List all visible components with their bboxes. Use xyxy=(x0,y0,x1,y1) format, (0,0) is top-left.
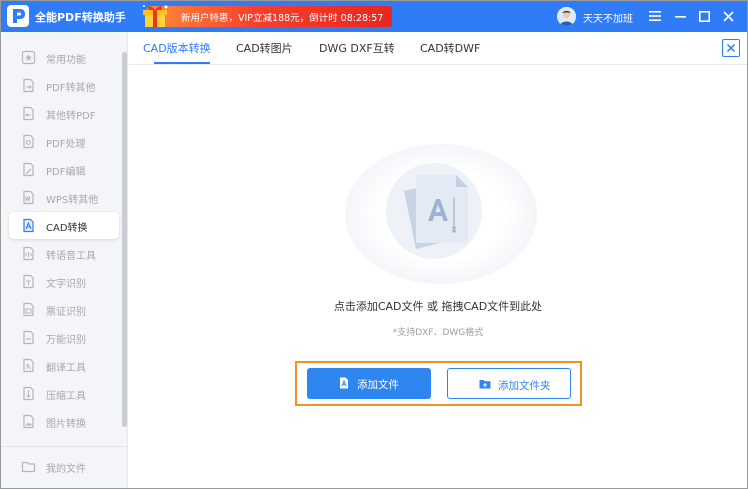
dropzone-instruction: 点击添加CAD文件 或 拖拽CAD文件到此处 xyxy=(333,300,543,313)
sidebar-item-ocr[interactable]: 文字识别 xyxy=(9,268,119,295)
app-title: 全能PDF转换助手 xyxy=(35,11,126,24)
close-panel-icon[interactable] xyxy=(722,39,740,57)
sidebar-item-translate[interactable]: 翻译工具 xyxy=(9,352,119,379)
sidebar-item-label: 文字识别 xyxy=(46,279,86,290)
sidebar-item-wps[interactable]: WPS转其他 xyxy=(9,184,119,211)
star-icon xyxy=(21,50,36,65)
sidebar-item-label: CAD转换 xyxy=(46,223,88,234)
sidebar-item-label: PDF处理 xyxy=(46,139,86,150)
sidebar-item-label: 其他转PDF xyxy=(46,111,96,122)
sidebar-item-my-files[interactable]: 我的文件 xyxy=(9,453,119,480)
gift-icon xyxy=(143,5,168,27)
active-tab-indicator xyxy=(154,62,210,64)
app-window: 全能PDF转换助手 新用户特惠，VIP立减188元，倒计时 08:28:57 天… xyxy=(0,0,748,489)
sidebar-item-label: 转语音工具 xyxy=(46,251,96,262)
sidebar-item-label: 我的文件 xyxy=(46,464,86,475)
sidebar-item-label: 常用功能 xyxy=(46,55,86,66)
wps-icon xyxy=(23,190,34,205)
tab-cad-version[interactable]: CAD版本转换 xyxy=(143,40,211,56)
to-pdf-icon xyxy=(23,106,34,121)
pdf-convert-icon xyxy=(23,78,34,93)
cad-document-illustration xyxy=(386,163,482,259)
sidebar-divider xyxy=(1,446,127,447)
sidebar-item-image[interactable]: 图片转换 xyxy=(9,408,119,435)
pdf-process-icon xyxy=(23,134,34,149)
username[interactable]: 天天不加班 xyxy=(583,10,633,25)
sidebar-item-pdf-to-other[interactable]: PDF转其他 xyxy=(9,72,119,99)
sidebar-item-label: 翻译工具 xyxy=(46,363,86,374)
cad-icon xyxy=(23,218,34,233)
tab-cad-to-dwf[interactable]: CAD转DWF xyxy=(420,40,480,56)
sidebar-item-voice[interactable]: 转语音工具 xyxy=(9,240,119,267)
add-folder-label: 添加文件夹 xyxy=(498,380,551,392)
sidebar-item-common[interactable]: 常用功能 xyxy=(9,44,119,71)
translate-icon xyxy=(23,358,34,373)
close-icon[interactable] xyxy=(718,6,738,26)
ocr-icon xyxy=(23,274,34,289)
title-bar: 全能PDF转换助手 新用户特惠，VIP立减188元，倒计时 08:28:57 天… xyxy=(1,1,747,32)
sidebar-item-pdf-process[interactable]: PDF处理 xyxy=(9,128,119,155)
dropzone-hint: *支持DXF、DWG格式 xyxy=(392,328,484,338)
sidebar-scrollbar[interactable] xyxy=(122,52,127,427)
sidebar-item-compress[interactable]: 压缩工具 xyxy=(9,380,119,407)
sidebar-item-cad[interactable]: CAD转换 xyxy=(9,212,119,239)
maximize-icon[interactable] xyxy=(694,6,714,26)
compress-icon xyxy=(23,386,34,401)
add-folder-icon xyxy=(479,380,491,389)
voice-icon xyxy=(23,246,34,261)
image-icon xyxy=(23,414,34,429)
pdf-edit-icon xyxy=(23,162,34,177)
add-file-icon xyxy=(340,377,348,389)
tab-cad-to-image[interactable]: CAD转图片 xyxy=(236,40,293,56)
sidebar-item-label: 压缩工具 xyxy=(46,391,86,402)
sidebar-item-label: WPS转其他 xyxy=(46,195,99,206)
add-folder-button[interactable]: 添加文件夹 xyxy=(447,368,571,399)
promo-text: 新用户特惠，VIP立减188元，倒计时 08:28:57 xyxy=(181,13,384,24)
app-logo-icon xyxy=(7,5,29,27)
add-file-label: 添加文件 xyxy=(357,379,399,391)
sidebar-item-pdf-edit[interactable]: PDF编辑 xyxy=(9,156,119,183)
sidebar-item-label: PDF编辑 xyxy=(46,167,86,178)
tab-dwg-dxf[interactable]: DWG DXF互转 xyxy=(319,40,395,56)
sidebar-item-label: 图片转换 xyxy=(46,419,86,430)
sidebar-item-other-to-pdf[interactable]: 其他转PDF xyxy=(9,100,119,127)
minimize-icon[interactable] xyxy=(670,6,690,26)
add-file-button[interactable]: 添加文件 xyxy=(307,368,431,399)
avatar[interactable] xyxy=(557,7,576,26)
sidebar: 常用功能 PDF转其他 其他转PDF PDF处理 PDF编辑 WPS转其他 CA… xyxy=(1,32,128,488)
folder-icon xyxy=(21,461,36,473)
promo-banner[interactable]: 新用户特惠，VIP立减188元，倒计时 08:28:57 xyxy=(143,5,392,27)
sidebar-item-label: PDF转其他 xyxy=(46,83,96,94)
hamburger-icon[interactable] xyxy=(645,6,665,26)
